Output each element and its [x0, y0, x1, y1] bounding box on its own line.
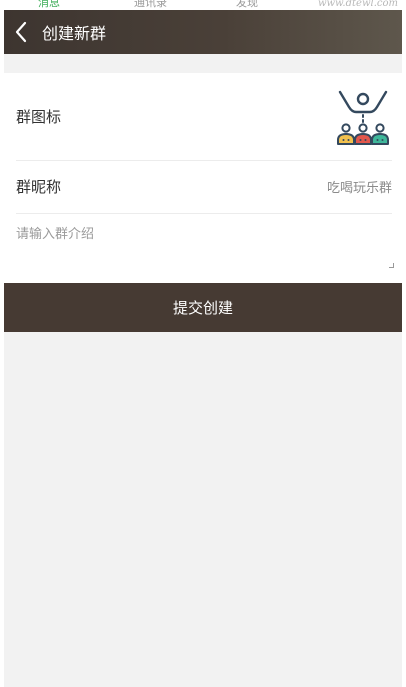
tab-discover[interactable]: 发现	[236, 0, 258, 10]
chevron-left-icon	[15, 21, 27, 43]
group-nickname-value[interactable]: 吃喝玩乐群	[327, 177, 392, 196]
group-intro-input[interactable]	[16, 223, 390, 273]
page-title: 创建新群	[42, 24, 107, 43]
watermark: www.dtewl.com	[317, 0, 398, 9]
phone-screen: 消息 通讯录 发现 www.dtewl.com 创建新群 群图标 群昵称 吃喝玩…	[4, 0, 402, 687]
top-header: 创建新群	[4, 10, 402, 54]
back-button[interactable]	[4, 10, 38, 54]
resize-handle-icon[interactable]	[389, 263, 394, 268]
group-icon-label: 群图标	[16, 108, 62, 126]
group-nickname-label: 群昵称	[16, 178, 62, 196]
submit-create-button[interactable]: 提交创建	[4, 283, 402, 332]
tab-messages[interactable]: 消息	[38, 0, 60, 10]
group-form-card: 群图标 群昵称 吃喝玩乐群 请输入群介绍	[4, 73, 402, 283]
section-gap	[4, 54, 402, 73]
group-icon-row[interactable]: 群图标	[16, 73, 392, 161]
group-people-icon[interactable]	[334, 88, 392, 146]
status-strip: 消息 通讯录 发现 www.dtewl.com	[4, 0, 402, 10]
group-nickname-row[interactable]: 群昵称 吃喝玩乐群	[16, 160, 392, 214]
tab-contacts[interactable]: 通讯录	[134, 0, 167, 10]
